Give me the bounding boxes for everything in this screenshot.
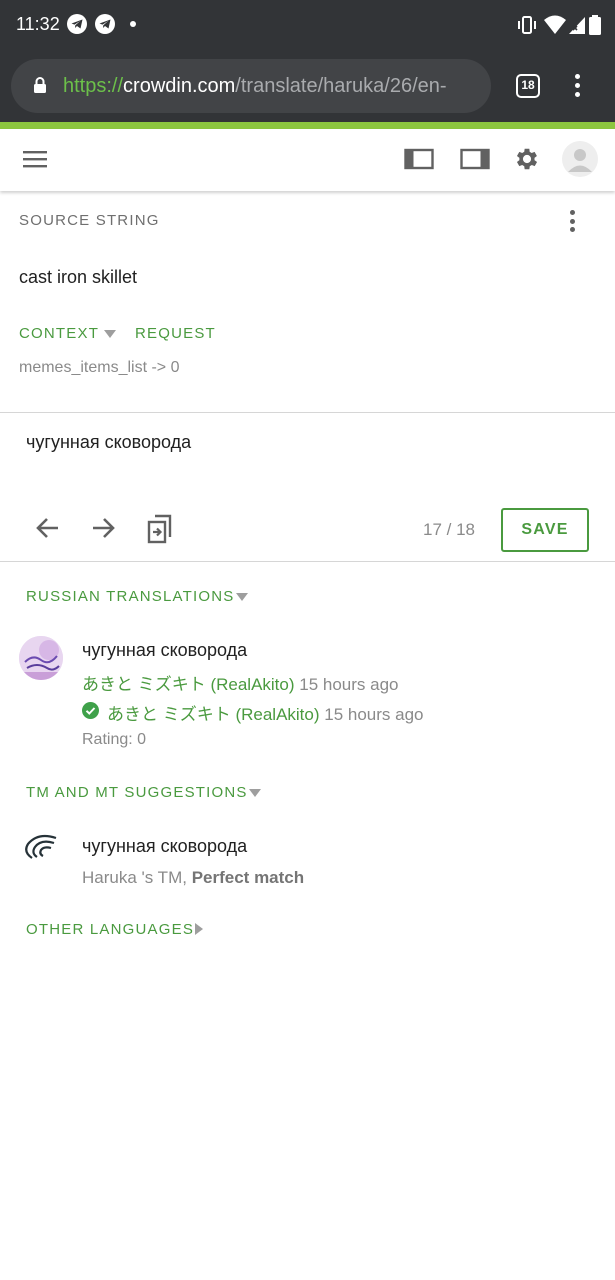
status-time: 11:32: [16, 14, 60, 34]
suggestion-source-name: Haruka 's TM,: [82, 868, 187, 887]
translation-rating: Rating: 0: [82, 731, 147, 748]
browser-toolbar: https://crowdin.com/translate/haruka/26/…: [0, 52, 615, 122]
telegram-icon: [67, 14, 87, 34]
context-caret-icon[interactable]: [104, 330, 116, 338]
address-bar[interactable]: https://crowdin.com/translate/haruka/26/…: [11, 59, 491, 113]
menu-icon[interactable]: [22, 149, 48, 169]
settings-gear-icon[interactable]: [513, 145, 541, 173]
suggestion-text: чугунная сковорода: [82, 836, 248, 856]
lock-icon: [34, 77, 46, 93]
app-toolbar: [0, 129, 615, 191]
russian-translations-toggle[interactable]: RUSSIAN TRANSLATIONS: [26, 588, 234, 605]
status-bar: 11:32: [0, 0, 615, 52]
approved-check-icon: [82, 702, 99, 719]
save-button[interactable]: SAVE: [501, 508, 589, 552]
request-context-link[interactable]: REQUEST: [135, 325, 216, 342]
context-value: memes_items_list -> 0: [19, 359, 180, 376]
divider: [0, 412, 615, 413]
translator-avatar: [19, 636, 63, 680]
left-panel-icon[interactable]: [404, 147, 434, 171]
approver-link[interactable]: あきと ミズキト (RealAkito): [107, 705, 320, 724]
crowdin-tm-logo-icon: [25, 834, 57, 859]
user-avatar-icon[interactable]: [562, 141, 598, 177]
tm-mt-suggestions-toggle[interactable]: TM AND MT SUGGESTIONS: [26, 784, 248, 801]
telegram-icon: [95, 14, 115, 34]
translation-input[interactable]: чугунная сковорода: [26, 432, 191, 453]
suggestion-source: Haruka 's TM, Perfect match: [82, 868, 304, 888]
author-link[interactable]: あきと ミズキト (RealAkito): [82, 675, 295, 694]
author-time: 15 hours ago: [299, 675, 399, 694]
string-counter: 17 / 18: [423, 520, 475, 539]
translation-author: あきと ミズキト (RealAkito) 15 hours ago: [82, 670, 399, 695]
right-panel-icon[interactable]: [460, 147, 490, 171]
other-languages-toggle[interactable]: OTHER LANGUAGES: [26, 921, 194, 938]
url-host: crowdin.com: [123, 75, 236, 97]
url-text: https://crowdin.com/translate/haruka/26/…: [63, 75, 447, 98]
source-string-label: SOURCE STRING: [19, 212, 160, 229]
page-accent-strip: [0, 122, 615, 129]
previous-string-icon[interactable]: [34, 514, 62, 542]
wifi-icon: [544, 15, 566, 34]
vibrate-icon: [518, 16, 536, 34]
next-string-icon[interactable]: [89, 514, 117, 542]
source-string-text: cast iron skillet: [19, 267, 138, 287]
dot-icon: [130, 21, 136, 27]
chevron-down-icon[interactable]: [249, 789, 261, 797]
signal-icon: [569, 17, 585, 34]
translation-text: чугунная сковорода: [82, 640, 248, 660]
approver-time: 15 hours ago: [324, 705, 424, 724]
browser-menu-button[interactable]: [575, 74, 581, 100]
chevron-right-icon[interactable]: [195, 923, 203, 935]
divider: [0, 561, 615, 562]
source-more-options-button[interactable]: [570, 210, 578, 234]
copy-source-icon[interactable]: [145, 513, 175, 545]
battery-icon: [589, 15, 601, 35]
context-toggle[interactable]: CONTEXT: [19, 325, 99, 342]
url-path: /translate/haruka/26/en-: [235, 75, 447, 97]
suggestion-match: Perfect match: [191, 868, 305, 887]
translation-approver: あきと ミズキト (RealAkito) 15 hours ago: [107, 700, 424, 725]
tab-switcher-button[interactable]: 18: [516, 74, 540, 98]
url-scheme: https://: [63, 75, 124, 97]
chevron-down-icon[interactable]: [236, 593, 248, 601]
